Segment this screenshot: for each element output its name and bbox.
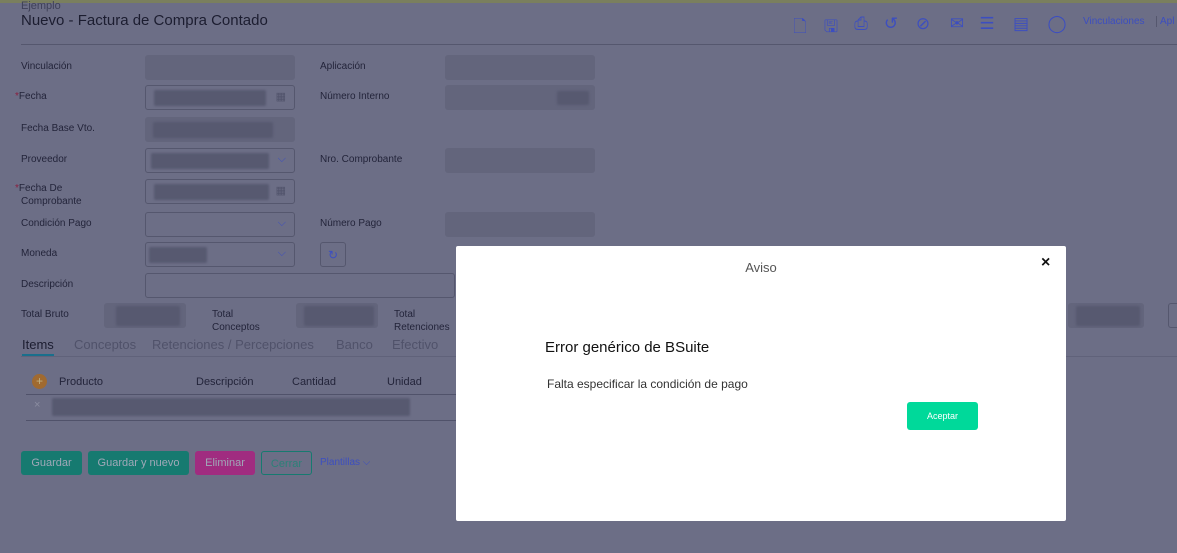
label-text: Conceptos — [212, 322, 260, 333]
calendar-icon[interactable]: ▦ — [276, 90, 286, 103]
table-header-line — [26, 394, 456, 395]
save-icon[interactable]: 🖫 — [820, 14, 842, 43]
moneda-value — [149, 247, 207, 263]
moneda-select[interactable]: ⌵ — [145, 242, 295, 267]
eliminar-button[interactable]: Eliminar — [195, 451, 255, 475]
new-document-icon[interactable]: 🗋 — [789, 14, 811, 43]
total-bruto-field — [104, 303, 186, 328]
label-numero-pago: Número Pago — [320, 218, 382, 229]
label-aplicacion: Aplicación — [320, 61, 366, 72]
cerrar-button[interactable]: Cerrar — [261, 451, 312, 475]
label-total-bruto: Total Bruto — [21, 309, 69, 320]
label-text: Total — [212, 309, 234, 320]
top-bar — [0, 0, 1177, 3]
total-bruto-value — [116, 306, 180, 326]
divider — [21, 44, 1177, 45]
numero-pago-field[interactable] — [445, 212, 595, 237]
guardar-y-nuevo-button[interactable]: Guardar y nuevo — [88, 451, 189, 475]
error-heading: Error genérico de BSuite — [545, 339, 710, 356]
chevron-down-icon: ⌵ — [277, 247, 286, 259]
vinculacion-field[interactable] — [145, 55, 295, 80]
tab-items[interactable]: Items — [22, 337, 54, 357]
col-producto: Producto — [59, 376, 104, 388]
fecha-comprobante-field[interactable]: ▦ — [145, 179, 295, 204]
fecha-comprobante-value — [154, 184, 269, 200]
page-title: Nuevo - Factura de Compra Contado — [21, 12, 268, 29]
aviso-dialog: Aviso × Error genérico de BSuite Falta e… — [456, 246, 1066, 521]
nro-comprobante-field[interactable] — [445, 148, 595, 173]
table-bottom-line — [26, 420, 456, 421]
comment-icon[interactable]: ◯ — [1046, 14, 1068, 34]
dialog-title: Aviso — [745, 260, 777, 275]
calendar-icon[interactable]: ▦ — [276, 184, 286, 197]
chevron-down-icon: ⌵ — [277, 153, 286, 165]
label-proveedor: Proveedor — [21, 154, 68, 165]
document-icon[interactable]: ▤ — [1010, 14, 1032, 34]
total-conceptos-value — [304, 306, 374, 326]
aplicaciones-link[interactable]: Apl — [1156, 16, 1174, 27]
add-row-icon[interactable]: + — [32, 374, 47, 389]
col-descripcion: Descripción — [196, 376, 254, 388]
error-message: Falta especificar la condición de pago — [547, 377, 748, 391]
label-total-retenciones: Total Retenciones — [394, 308, 450, 334]
label-total-conceptos: Total Conceptos — [212, 308, 260, 334]
refresh-icon: ↻ — [327, 248, 339, 262]
attach-icon[interactable]: ⊘ — [912, 14, 934, 34]
fecha-field[interactable]: ▦ — [145, 85, 295, 110]
chevron-down-icon: ⌵ — [277, 217, 286, 229]
label-fecha: *Fecha — [15, 90, 47, 103]
label-text: Fecha De — [18, 183, 63, 194]
numero-interno-value — [557, 91, 589, 105]
fecha-value — [154, 90, 266, 106]
aceptar-button[interactable]: Aceptar — [907, 402, 978, 430]
col-unidad: Unidad — [387, 376, 422, 388]
proveedor-select[interactable]: ⌵ — [145, 148, 295, 173]
breadcrumb: Ejemplo — [21, 0, 61, 12]
label-moneda: Moneda — [21, 248, 58, 259]
label-vinculacion: Vinculación — [21, 61, 72, 72]
proveedor-value — [151, 153, 269, 169]
refresh-button[interactable]: ↻ — [320, 242, 346, 267]
label-fecha-text: Fecha — [18, 91, 47, 102]
label-descripcion: Descripción — [21, 279, 74, 290]
label-text: Retenciones — [394, 322, 450, 333]
checklist-icon[interactable]: ☰ — [976, 14, 998, 34]
print-icon[interactable]: ⎙ — [850, 14, 872, 34]
label-fecha-comprobante: *Fecha De Comprobante — [15, 182, 82, 208]
total-field — [1068, 303, 1144, 328]
vinculaciones-link[interactable]: Vinculaciones — [1083, 16, 1145, 27]
numero-interno-field[interactable] — [445, 85, 595, 110]
close-icon[interactable]: × — [1041, 254, 1050, 272]
label-text: Total — [394, 309, 416, 320]
fecha-base-value — [153, 122, 273, 138]
fecha-base-field[interactable] — [145, 117, 295, 142]
tab-banco[interactable]: Banco — [336, 337, 373, 352]
label-text: Comprobante — [21, 196, 82, 207]
mail-icon[interactable]: ✉ — [946, 14, 968, 34]
label-condicion-pago: Condición Pago — [21, 218, 92, 229]
condicion-pago-select[interactable]: ⌵ — [145, 212, 295, 237]
col-cantidad: Cantidad — [292, 376, 337, 388]
aplicacion-field[interactable] — [445, 55, 595, 80]
plantillas-dropdown[interactable]: Plantillas ⌵ — [320, 451, 370, 475]
remove-row-icon[interactable]: × — [34, 399, 40, 411]
label-nro-comprobante: Nro. Comprobante — [320, 154, 403, 165]
descripcion-field[interactable] — [145, 273, 455, 298]
total-conceptos-field — [296, 303, 378, 328]
total-button[interactable] — [1168, 303, 1177, 328]
tab-conceptos[interactable]: Conceptos — [74, 337, 136, 352]
guardar-button[interactable]: Guardar — [21, 451, 82, 475]
table-row[interactable] — [52, 398, 410, 416]
tab-efectivo[interactable]: Efectivo — [392, 337, 438, 352]
tab-retenciones[interactable]: Retenciones / Percepciones — [152, 337, 314, 352]
history-icon[interactable]: ↺ — [880, 14, 902, 34]
label-numero-interno: Número Interno — [320, 91, 390, 102]
total-value — [1076, 306, 1140, 326]
label-fecha-base: Fecha Base Vto. — [21, 123, 95, 134]
